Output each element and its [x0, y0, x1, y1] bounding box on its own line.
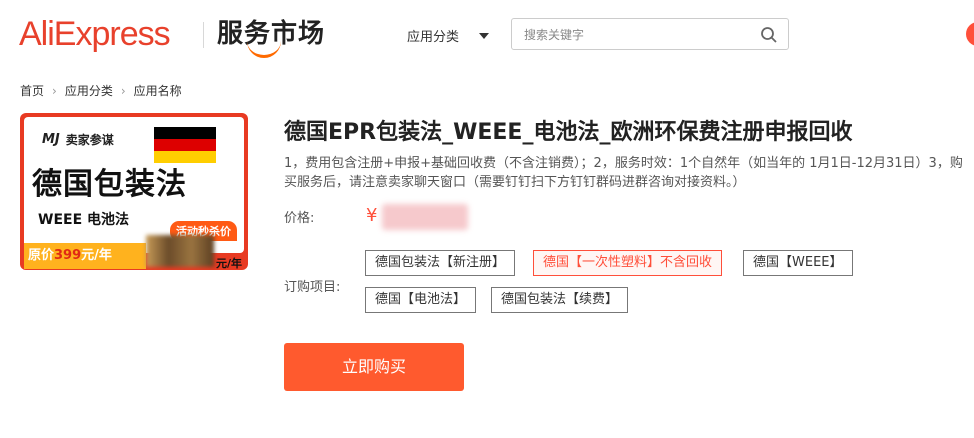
- header: AliExpress 服务市场 应用分类: [0, 0, 974, 72]
- original-price-value: 399: [54, 248, 82, 263]
- breadcrumb-category[interactable]: 应用分类: [65, 82, 113, 99]
- original-price-label: 原价: [28, 248, 55, 263]
- market-title[interactable]: 服务市场: [217, 17, 325, 58]
- product-title: 德国EPR包装法_WEEE_电池法_欧洲环保费注册申报回收: [284, 120, 853, 145]
- caret-down-icon: [479, 32, 490, 39]
- original-price-unit: 元/年: [81, 248, 112, 263]
- logo-divider: [203, 22, 204, 48]
- breadcrumb-home[interactable]: 首页: [20, 82, 44, 99]
- price-symbol: ¥: [366, 205, 378, 226]
- germany-flag-icon: [154, 127, 216, 163]
- product-description: 1，费用包含注册+申报+基础回收费（不含注销费）；2，服务时效：1个自然年（如当…: [284, 156, 963, 190]
- product-image-headline: 德国包装法: [32, 167, 187, 202]
- category-dropdown-label: 应用分类: [407, 30, 460, 45]
- product-image-card: MJ 卖家参谋 德国包装法 WEEE 电池法 活动秒杀价: [24, 117, 244, 253]
- promo-price-blurred: [146, 235, 214, 267]
- user-avatar[interactable]: [966, 22, 974, 46]
- chevron-right-icon: ›: [120, 83, 126, 98]
- breadcrumb: 首页 › 应用分类 › 应用名称: [20, 82, 182, 99]
- promo-price-unit: 元/年: [216, 257, 243, 270]
- option-battery-law[interactable]: 德国【电池法】: [365, 287, 477, 313]
- price-value-blurred: [382, 204, 468, 230]
- price-label: 价格:: [284, 211, 315, 226]
- option-new-registration[interactable]: 德国包装法【新注册】: [365, 250, 516, 276]
- aliexpress-logo[interactable]: AliExpress: [19, 14, 171, 54]
- product-image-subline: WEEE 电池法: [38, 212, 130, 228]
- option-renewal[interactable]: 德国包装法【续费】: [491, 287, 629, 313]
- option-weee[interactable]: 德国【WEEE】: [743, 250, 853, 276]
- swoosh-icon: [247, 37, 281, 58]
- product-brand: MJ 卖家参谋: [42, 131, 114, 148]
- buy-now-button[interactable]: 立即购买: [284, 343, 464, 391]
- search-box: [511, 18, 789, 50]
- product-image: MJ 卖家参谋 德国包装法 WEEE 电池法 活动秒杀价 原价399元/年 元/…: [20, 113, 248, 270]
- search-input[interactable]: [522, 25, 746, 45]
- option-single-use-plastic[interactable]: 德国【一次性塑料】不含回收: [533, 250, 723, 276]
- original-price: 原价399元/年: [24, 243, 146, 269]
- brand-name: 卖家参谋: [65, 133, 114, 147]
- chevron-right-icon: ›: [52, 83, 57, 98]
- brand-logo: MJ: [42, 132, 60, 147]
- options-label: 订购项目:: [284, 280, 341, 295]
- search-icon[interactable]: [760, 26, 778, 44]
- breadcrumb-current: 应用名称: [133, 84, 182, 98]
- category-dropdown[interactable]: 应用分类: [407, 26, 490, 45]
